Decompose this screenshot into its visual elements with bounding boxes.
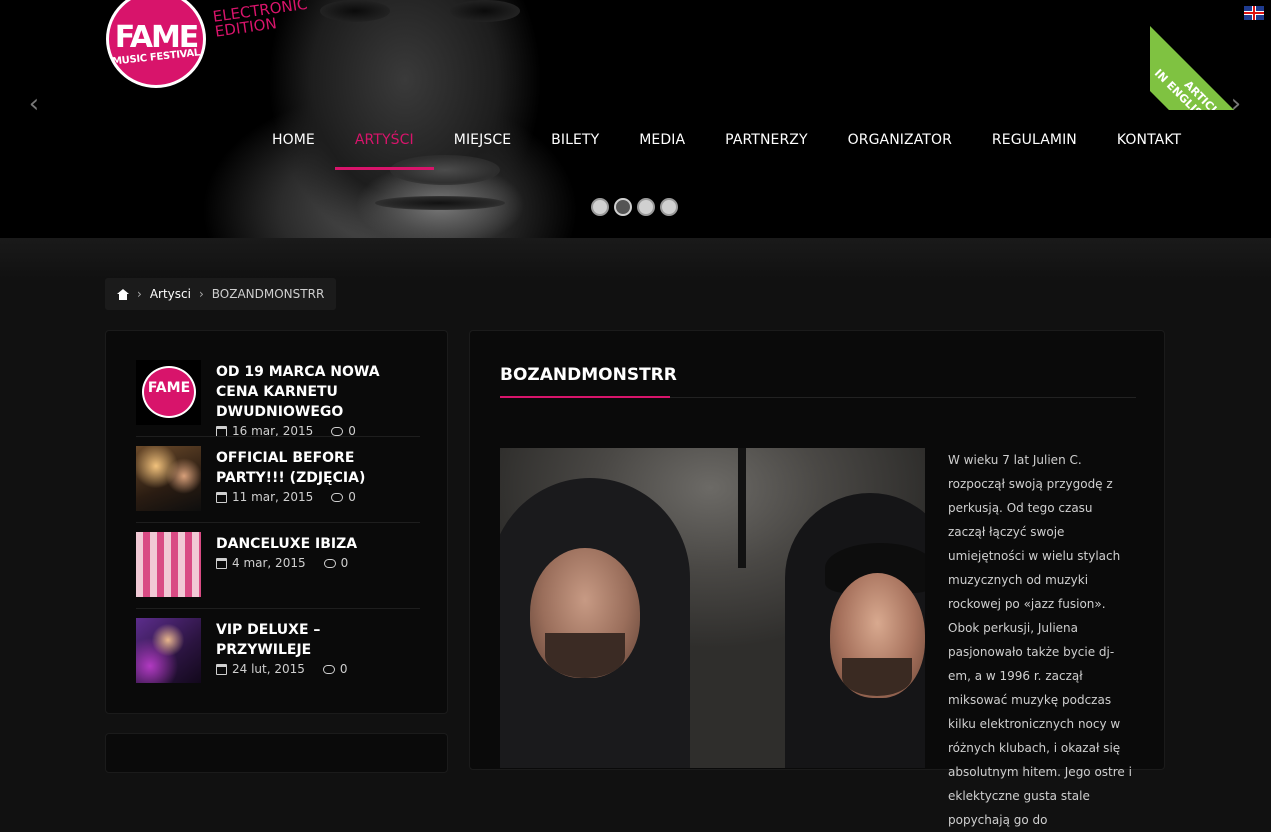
slider-dot-4[interactable] (660, 198, 678, 216)
comment-icon (331, 492, 344, 502)
article-panel: BOZANDMONSTRR W wieku 7 lat Julien C. ro… (469, 330, 1165, 827)
sidebar-recent-posts: FAME OD 19 MARCA NOWA CENA KARNETU DWUDN… (105, 330, 448, 714)
slider-prev-arrow-icon[interactable]: ‹ (24, 91, 44, 117)
post-comments[interactable]: 0 (348, 490, 356, 504)
page-title: BOZANDMONSTRR (500, 365, 677, 385)
nav-item-media[interactable]: MEDIA (619, 124, 705, 170)
post-date: 4 mar, 2015 (232, 556, 306, 570)
nav-item-bilety[interactable]: BILETY (531, 124, 619, 170)
ribbon-line1: ARTICLES (1181, 78, 1233, 110)
post-thumbnail[interactable] (136, 446, 201, 511)
artist-photo (500, 448, 925, 768)
divider (136, 436, 420, 437)
comment-icon (323, 558, 336, 568)
breadcrumb-link-artysci[interactable]: Artysci (150, 287, 191, 301)
breadcrumb-separator: › (137, 287, 142, 301)
uk-flag-icon (1244, 6, 1264, 20)
list-item[interactable]: VIP DELUXE – PRZYWILEJE 24 lut, 2015 0 (136, 618, 420, 683)
post-title[interactable]: OD 19 MARCA NOWA CENA KARNETU DWUDNIOWEG… (216, 362, 420, 422)
breadcrumb: › Artysci › BOZANDMONSTRR (105, 278, 337, 310)
post-title[interactable]: VIP DELUXE – PRZYWILEJE (216, 620, 420, 660)
divider (136, 522, 420, 523)
post-thumbnail[interactable] (136, 618, 201, 683)
post-meta: 11 mar, 2015 0 (216, 490, 420, 504)
post-date: 24 lut, 2015 (232, 662, 305, 676)
calendar-icon (216, 557, 227, 569)
post-meta: 4 mar, 2015 0 (216, 556, 357, 570)
main-nav: HOME ARTYŚCI MIEJSCE BILETY MEDIA PARTNE… (252, 124, 1201, 170)
thumbnail-logo-text: FAME (142, 366, 196, 418)
breadcrumb-current: BOZANDMONSTRR (211, 287, 325, 301)
breadcrumb-separator: › (198, 287, 204, 301)
nav-item-artysci[interactable]: ARTYŚCI (334, 124, 434, 170)
header-hero: FAME MUSIC FESTIVAL ELECTRONIC EDITION ‹… (0, 0, 1271, 238)
list-item[interactable]: DANCELUXE IBIZA 4 mar, 2015 0 (136, 532, 420, 597)
list-item[interactable]: FAME OD 19 MARCA NOWA CENA KARNETU DWUDN… (136, 360, 420, 438)
nav-item-home[interactable]: HOME (252, 124, 335, 170)
slider-pagination (591, 198, 678, 216)
post-comments[interactable]: 0 (341, 556, 349, 570)
hero-shadow (0, 238, 1271, 278)
divider (136, 608, 420, 609)
post-meta: 24 lut, 2015 0 (216, 662, 420, 676)
comment-icon (322, 664, 335, 674)
calendar-icon (216, 491, 227, 503)
nav-item-regulamin[interactable]: REGULAMIN (972, 124, 1097, 170)
home-icon[interactable] (117, 288, 129, 300)
calendar-icon (216, 663, 227, 675)
title-accent (500, 396, 670, 398)
calendar-icon (216, 425, 227, 437)
sidebar-widget (105, 733, 448, 773)
post-title[interactable]: DANCELUXE IBIZA (216, 534, 357, 554)
nav-item-organizator[interactable]: ORGANIZATOR (828, 124, 972, 170)
slider-dot-2[interactable] (614, 198, 632, 216)
post-date: 11 mar, 2015 (232, 490, 314, 504)
slider-dot-1[interactable] (591, 198, 609, 216)
post-comments[interactable]: 0 (340, 662, 348, 676)
post-thumbnail[interactable]: FAME (136, 360, 201, 425)
list-item[interactable]: OFFICIAL BEFORE PARTY!!! (ZDJĘCIA) 11 ma… (136, 446, 420, 511)
nav-item-partnerzy[interactable]: PARTNERZY (705, 124, 827, 170)
comment-icon (331, 426, 344, 436)
post-thumbnail[interactable] (136, 532, 201, 597)
nav-item-kontakt[interactable]: KONTAKT (1097, 124, 1201, 170)
post-title[interactable]: OFFICIAL BEFORE PARTY!!! (ZDJĘCIA) (216, 448, 420, 488)
slider-dot-3[interactable] (637, 198, 655, 216)
article-body: W wieku 7 lat Julien C. rozpoczął swoją … (948, 453, 1132, 827)
logo-text: FAME (114, 20, 200, 55)
nav-item-miejsce[interactable]: MIEJSCE (434, 124, 531, 170)
